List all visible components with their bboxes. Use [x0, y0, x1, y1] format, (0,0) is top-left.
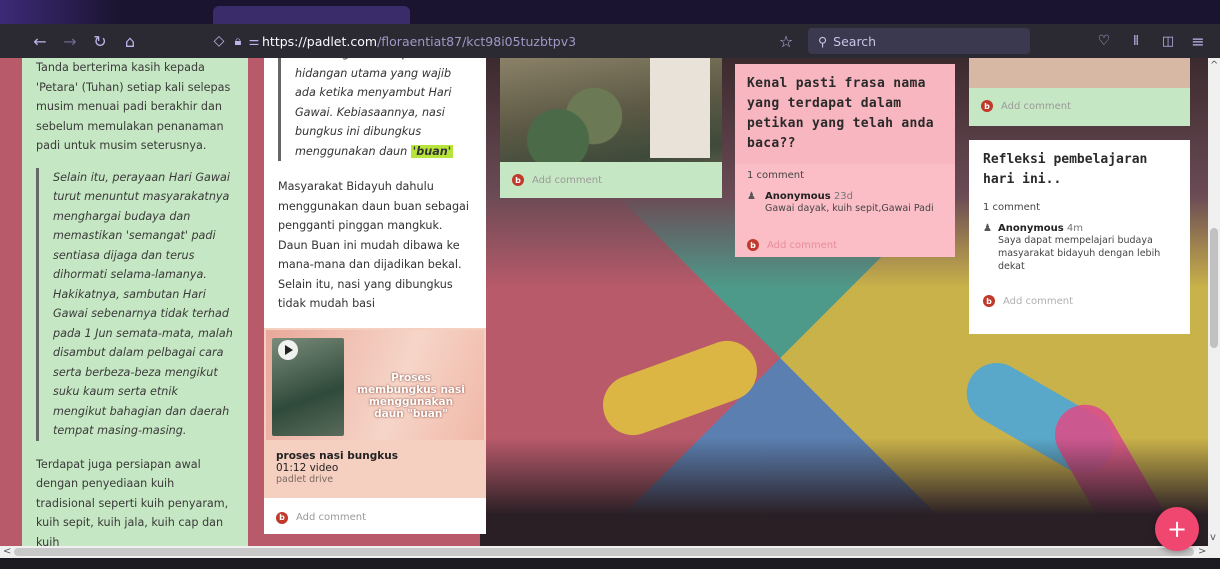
add-post-button[interactable]: +	[1155, 507, 1199, 551]
post-quote: Selain itu, perayaan Hari Gawai turut me…	[36, 167, 234, 441]
post-quote: nasi bungkus merupakan hidangan utama ya…	[278, 58, 472, 161]
post-text: Terdapat juga persiapan awal dengan peny…	[36, 457, 229, 547]
pocket-icon[interactable]: ♡	[1094, 24, 1114, 58]
url-bar[interactable]: https://padlet.com/floraentiat87/kct98i0…	[262, 29, 772, 53]
shield-icon[interactable]: ◇	[210, 24, 228, 58]
video-thumbnail[interactable]: Proses membungkus nasi menggunakan daun …	[266, 330, 484, 440]
comments-section: 1 comment ♟ Anonymous 23d Gawai dayak, k…	[735, 164, 955, 257]
video-meta: proses nasi bungkus 01:12 video padlet d…	[276, 450, 398, 486]
post-text: Masyarakat Bidayuh dahulu menggunakan da…	[278, 180, 470, 310]
url-path: /floraentiat87/kct98i05tuzbtpv3	[377, 33, 577, 49]
search-icon: ⚲	[818, 33, 828, 49]
post-image-top[interactable]: b Add comment	[969, 58, 1190, 126]
post-comment-bar: b Add comment	[500, 162, 722, 198]
post-card-gawai[interactable]: Tanda berterima kasih kepada 'Petara' (T…	[22, 58, 248, 546]
scrollbar-thumb[interactable]	[14, 548, 1194, 556]
tab-strip-accent	[0, 0, 120, 24]
avatar: b	[983, 295, 995, 307]
add-comment-label: Add comment	[767, 239, 838, 251]
add-comment-button[interactable]: b Add comment	[983, 295, 1176, 307]
post-text: Tanda berterima kasih kepada 'Petara' (T…	[36, 61, 231, 152]
video-attachment[interactable]: Proses membungkus nasi menggunakan daun …	[264, 328, 486, 498]
confetti-stripe	[594, 332, 766, 444]
url-host: https://padlet.com	[262, 33, 378, 49]
add-comment-label: Add comment	[296, 512, 367, 523]
post-card-frasa-nama[interactable]: Kenal pasti frasa nama yang terdapat dal…	[735, 64, 955, 257]
comments-section: 1 comment ♟ Anonymous 4m Saya dapat memp…	[969, 194, 1190, 315]
window-bottom-edge	[0, 558, 1220, 569]
navigation-bar: ← → ↻ ⌂ ◇ 🔒︎ ⚌ https://padlet.com/florae…	[0, 24, 1220, 58]
add-comment-label: Add comment	[1001, 100, 1072, 112]
comment-count: 1 comment	[747, 170, 805, 181]
avatar: b	[512, 174, 524, 186]
padlet-board: Tanda berterima kasih kepada 'Petara' (T…	[0, 58, 1208, 546]
add-comment-label: Add comment	[532, 174, 603, 186]
scroll-down-icon[interactable]: v	[1210, 532, 1216, 543]
post-comment-bar: b Add comment	[969, 88, 1190, 126]
add-comment-button[interactable]: b Add comment	[512, 174, 710, 186]
bookmark-star-icon[interactable]: ☆	[776, 24, 796, 58]
scroll-up-icon[interactable]: ^	[1210, 60, 1218, 71]
menu-icon[interactable]: ≡	[1188, 24, 1208, 58]
add-comment-label: Add comment	[1003, 295, 1074, 307]
lock-icon[interactable]: 🔒︎	[230, 24, 246, 58]
anonymous-user-icon: ♟	[747, 191, 756, 202]
reload-icon[interactable]: ↻	[90, 24, 110, 58]
comment: ♟ Anonymous 4m Saya dapat mempelajari bu…	[983, 223, 1176, 273]
horizontal-scrollbar[interactable]: < >	[0, 546, 1220, 558]
scroll-right-icon[interactable]: >	[1198, 546, 1206, 557]
permissions-icon[interactable]: ⚌	[247, 24, 261, 58]
comment-text: Gawai dayak, kuih sepit,Gawai Padi	[765, 203, 934, 214]
video-source: padlet drive	[276, 474, 334, 485]
video-duration: 01:12 video	[276, 462, 339, 474]
avatar: b	[276, 511, 288, 524]
comment-text: Saya dapat mempelajari budaya masyarakat…	[997, 235, 1161, 272]
comment-time: 23d	[833, 191, 853, 202]
comment-count: 1 comment	[983, 202, 1041, 213]
tab-strip	[0, 0, 1220, 24]
active-tab[interactable]	[213, 6, 410, 24]
avatar: b	[981, 100, 993, 112]
comment-author: Anonymous	[997, 223, 1064, 234]
scrollbar-thumb[interactable]	[1210, 228, 1218, 348]
post-title: Kenal pasti frasa nama yang terdapat dal…	[747, 76, 934, 151]
add-comment-button[interactable]: b Add comment	[276, 508, 366, 528]
quote-text: nasi bungkus merupakan hidangan utama ya…	[295, 58, 452, 158]
scroll-left-icon[interactable]: <	[3, 546, 11, 557]
video-thumbnail-title: Proses membungkus nasi menggunakan daun …	[357, 372, 465, 420]
back-arrow-icon[interactable]: ←	[30, 24, 50, 58]
vertical-scrollbar[interactable]: ^ v	[1208, 58, 1220, 546]
forward-arrow-icon[interactable]: →	[60, 24, 80, 58]
search-input[interactable]: ⚲ Search	[808, 28, 1030, 54]
home-icon[interactable]: ⌂	[120, 24, 140, 58]
add-comment-button[interactable]: b Add comment	[747, 239, 943, 251]
play-icon[interactable]	[278, 340, 298, 360]
background-photo-bottom	[480, 438, 1208, 546]
video-name: proses nasi bungkus	[276, 450, 398, 462]
post-card-nasi-bungkus[interactable]: nasi bungkus merupakan hidangan utama ya…	[264, 58, 486, 534]
avatar: b	[747, 239, 759, 251]
highlighted-word: 'buan'	[410, 144, 454, 158]
comment-time: 4m	[1066, 223, 1083, 234]
search-placeholder: Search	[833, 33, 877, 49]
comment: ♟ Anonymous 23d Gawai dayak, kuih sepit,…	[747, 191, 943, 215]
library-icon[interactable]: ⫴	[1126, 24, 1146, 58]
anonymous-user-icon: ♟	[983, 223, 992, 234]
post-card-refleksi[interactable]: Refleksi pembelajaran hari ini.. 1 comme…	[969, 140, 1190, 334]
sidebar-icon[interactable]: ◫	[1158, 24, 1178, 58]
comment-author: Anonymous	[765, 191, 831, 202]
post-title: Refleksi pembelajaran hari ini..	[983, 152, 1148, 187]
cloth-photo	[650, 58, 710, 158]
add-comment-button[interactable]: b Add comment	[981, 100, 1178, 112]
